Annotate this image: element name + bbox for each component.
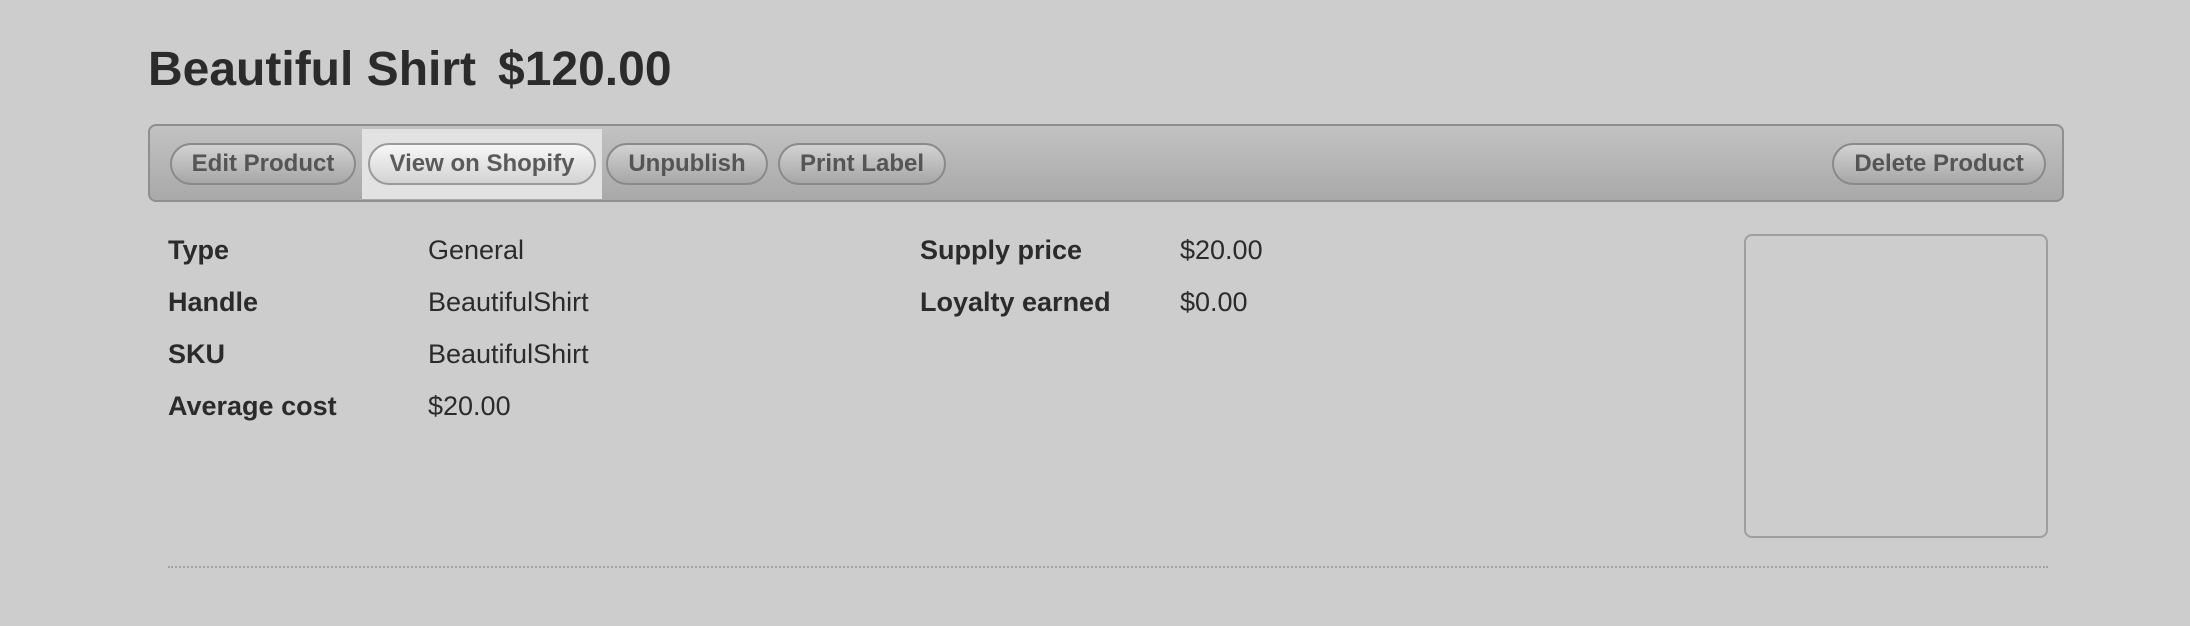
edit-product-button[interactable]: Edit Product: [170, 143, 356, 185]
print-label-button[interactable]: Print Label: [778, 143, 946, 185]
supply-price-label: Supply price: [920, 235, 1083, 265]
average-cost-label: Average cost: [168, 391, 337, 421]
loyalty-earned-label: Loyalty earned: [920, 287, 1111, 317]
delete-product-button[interactable]: Delete Product: [1832, 143, 2046, 185]
unpublish-button[interactable]: Unpublish: [606, 143, 768, 185]
product-price: $120.00: [498, 43, 672, 96]
loyalty-earned-value: $0.00: [1180, 287, 1248, 317]
type-label: Type: [168, 235, 230, 265]
handle-label: Handle: [168, 287, 259, 317]
sku-label: SKU: [168, 339, 226, 369]
average-cost-value: $20.00: [428, 391, 511, 421]
product-name: Beautiful Shirt: [148, 43, 477, 96]
sku-value: BeautifulShirt: [428, 339, 589, 369]
view-on-shopify-button[interactable]: View on Shopify: [368, 143, 596, 185]
supply-price-value: $20.00: [1180, 235, 1263, 265]
product-toolbar: Edit Product View on Shopify Unpublish P…: [148, 124, 2064, 202]
product-image-placeholder: [1744, 234, 2048, 538]
dotted-divider: [168, 566, 2048, 568]
handle-value: BeautifulShirt: [428, 287, 589, 317]
view-on-shopify-highlight: View on Shopify: [362, 129, 602, 199]
type-value: General: [428, 235, 525, 265]
page-title: Beautiful Shirt $120.00: [148, 38, 672, 102]
